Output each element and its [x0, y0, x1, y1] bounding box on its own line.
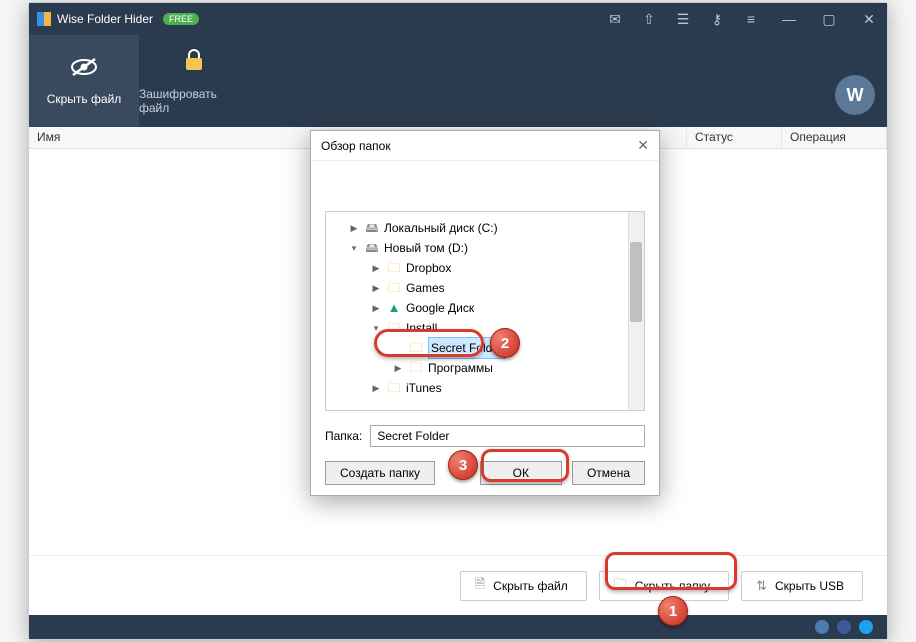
window-controls: — ▢ ✕: [769, 9, 879, 29]
folder-path-label: Папка:: [325, 429, 362, 443]
tree-row-drive-c[interactable]: ▶ 🖴 Локальный диск (C:): [330, 218, 640, 238]
tree-label: Dropbox: [406, 258, 451, 278]
expand-arrow-icon[interactable]: ▶: [370, 378, 382, 398]
create-folder-button[interactable]: Создать папку: [325, 461, 435, 485]
maximize-button[interactable]: ▢: [819, 9, 839, 29]
footer: [29, 615, 887, 639]
tree-label: Новый том (D:): [384, 238, 468, 258]
mail-social-icon[interactable]: [815, 620, 829, 634]
collapse-arrow-icon[interactable]: ▾: [348, 238, 360, 258]
title-left: Wise Folder Hider FREE: [37, 12, 607, 26]
tree-row-itunes[interactable]: ▶ 🗀 iTunes: [330, 378, 640, 398]
folder-path-row: Папка:: [325, 425, 645, 447]
expand-arrow-icon[interactable]: ▶: [392, 358, 404, 378]
collapse-arrow-icon[interactable]: ▾: [370, 318, 382, 338]
folder-path-input[interactable]: [370, 425, 645, 447]
key-icon[interactable]: ⚷: [709, 11, 725, 27]
expand-arrow-icon[interactable]: [392, 338, 404, 358]
expand-arrow-icon[interactable]: ▶: [370, 258, 382, 278]
update-icon[interactable]: ⇧: [641, 11, 657, 27]
hide-usb-btn-label: Скрыть USB: [775, 579, 844, 593]
tree-label: Google Диск: [406, 298, 474, 318]
column-status[interactable]: Статус: [687, 127, 782, 148]
tree-list[interactable]: ▶ 🖴 Локальный диск (C:) ▾ 🖴 Новый том (D…: [326, 212, 644, 404]
dialog-title: Обзор папок: [321, 139, 391, 153]
hide-file-button[interactable]: 🗎 Скрыть файл: [460, 571, 587, 601]
minimize-button[interactable]: —: [779, 9, 799, 29]
tree-label: Локальный диск (C:): [384, 218, 498, 238]
app-logo-icon: [37, 12, 51, 26]
expand-arrow-icon[interactable]: ▶: [370, 298, 382, 318]
expand-arrow-icon[interactable]: ▶: [348, 218, 360, 238]
tree-row-drive-d[interactable]: ▾ 🖴 Новый том (D:): [330, 238, 640, 258]
tree-row-install[interactable]: ▾ 🗀 Install: [330, 318, 640, 338]
menu-icon[interactable]: ≡: [743, 11, 759, 27]
folder-icon: 🗀: [408, 340, 424, 356]
browse-folder-dialog: Обзор папок ✕ ▶ 🖴 Локальный диск (C:) ▾ …: [310, 130, 660, 496]
expand-arrow-icon[interactable]: ▶: [370, 278, 382, 298]
hide-folder-btn-label: Скрыть папку: [635, 579, 710, 593]
bottom-actions: 🗎 Скрыть файл 🗀 Скрыть папку ⇅ Скрыть US…: [29, 555, 887, 615]
tree-row-dropbox[interactable]: ▶ 🗀 Dropbox: [330, 258, 640, 278]
tree-label: Install: [406, 318, 437, 338]
title-icons: ✉ ⇧ ☰ ⚷ ≡: [607, 11, 769, 27]
free-badge: FREE: [163, 13, 199, 25]
ok-button[interactable]: ОК: [480, 461, 562, 485]
folder-icon: 🗀: [386, 380, 402, 396]
dialog-body: ▶ 🖴 Локальный диск (C:) ▾ 🖴 Новый том (D…: [311, 161, 659, 495]
close-button[interactable]: ✕: [859, 9, 879, 29]
folder-icon: 🗀: [386, 320, 402, 336]
titlebar: Wise Folder Hider FREE ✉ ⇧ ☰ ⚷ ≡ — ▢ ✕: [29, 3, 887, 35]
scrollbar-thumb[interactable]: [630, 242, 642, 322]
tree-label: Secret Folder: [428, 337, 506, 359]
tree-row-secret-folder[interactable]: 🗀 Secret Folder: [330, 338, 640, 358]
folder-tree: ▶ 🖴 Локальный диск (C:) ▾ 🖴 Новый том (D…: [325, 211, 645, 411]
tree-row-games[interactable]: ▶ 🗀 Games: [330, 278, 640, 298]
column-operation[interactable]: Операция: [782, 127, 887, 148]
tree-row-programs[interactable]: ▶ 🗀 Программы: [330, 358, 640, 378]
file-icon: 🗎: [475, 575, 485, 597]
drive-icon: 🖴: [364, 220, 380, 236]
mail-icon[interactable]: ✉: [607, 11, 623, 27]
hide-file-label: Скрыть файл: [47, 92, 122, 106]
hide-folder-button[interactable]: 🗀 Скрыть папку: [599, 571, 729, 601]
dialog-close-button[interactable]: ✕: [637, 137, 649, 154]
encrypt-file-label: Зашифровать файл: [139, 87, 249, 115]
dialog-titlebar: Обзор папок ✕: [311, 131, 659, 161]
main-toolbar: Скрыть файл Зашифровать файл W: [29, 35, 887, 127]
facebook-icon[interactable]: [837, 620, 851, 634]
feedback-icon[interactable]: ☰: [675, 11, 691, 27]
folder-icon: 🗀: [408, 360, 424, 376]
tree-label: Games: [406, 278, 445, 298]
folder-icon: 🗀: [614, 575, 627, 597]
brand-logo: W: [835, 75, 875, 115]
folder-icon: 🗀: [386, 280, 402, 296]
usb-icon: ⇅: [756, 578, 767, 594]
tree-row-google-drive[interactable]: ▶ ▲ Google Диск: [330, 298, 640, 318]
twitter-icon[interactable]: [859, 620, 873, 634]
hide-file-tab[interactable]: Скрыть файл: [29, 35, 139, 127]
cancel-button[interactable]: Отмена: [572, 461, 645, 485]
drive-icon: 🖴: [364, 240, 380, 256]
dialog-buttons: Создать папку ОК Отмена: [325, 461, 645, 485]
lock-icon: [183, 48, 205, 79]
tree-label: iTunes: [406, 378, 442, 398]
eye-slash-icon: [70, 56, 98, 84]
app-title: Wise Folder Hider: [57, 12, 153, 26]
folder-icon: 🗀: [386, 260, 402, 276]
encrypt-file-tab[interactable]: Зашифровать файл: [139, 35, 249, 127]
hide-file-btn-label: Скрыть файл: [493, 579, 568, 593]
google-drive-icon: ▲: [386, 300, 402, 316]
tree-label: Программы: [428, 358, 493, 378]
tree-scrollbar[interactable]: [628, 212, 644, 410]
hide-usb-button[interactable]: ⇅ Скрыть USB: [741, 571, 863, 601]
